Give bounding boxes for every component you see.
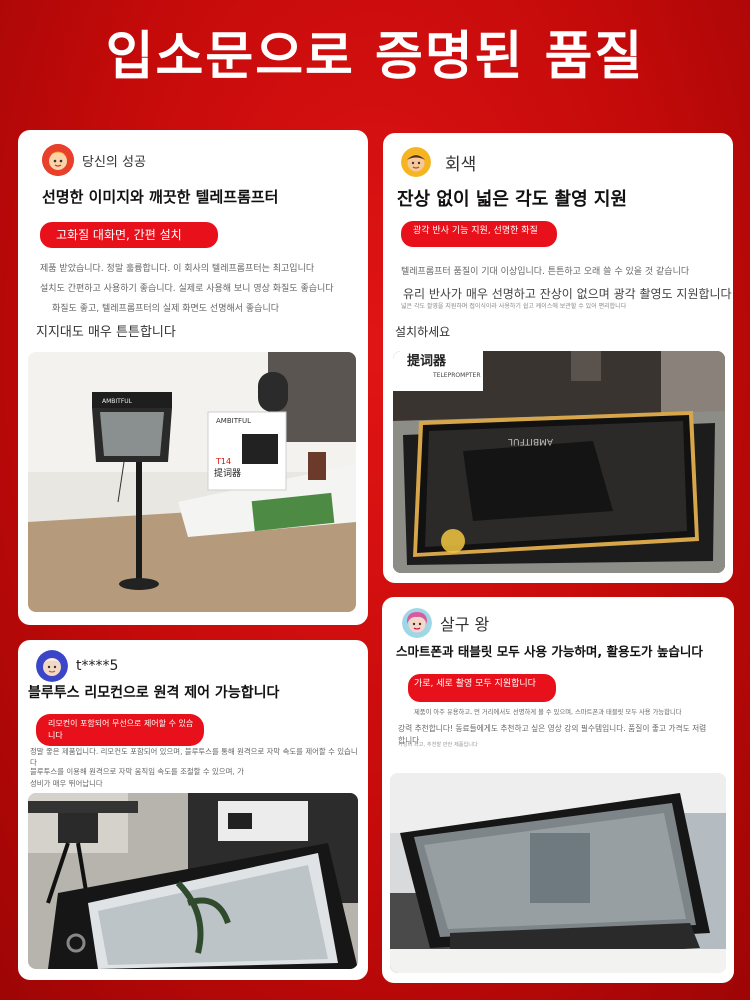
review-title: 블루투스 리모컨으로 원격 제어 가능합니다 — [28, 685, 280, 701]
avatar — [36, 650, 68, 682]
review-line: 화질도 좋고, 텔레프롬프터의 실제 화면도 선명해서 좋습니다 — [52, 304, 280, 314]
box-brand-text: AMBITFUL — [216, 417, 251, 425]
review-title: 잔상 없이 넓은 각도 촬영 지원 — [397, 189, 628, 210]
review-emphasis: 유리 반사가 매우 선명하고 잔상이 없으며 광각 촬영도 지원합니다 — [403, 287, 732, 301]
review-photo: AMBITFUL T14 提词器 AMBITFUL — [28, 352, 356, 612]
box-text: 提词器 — [407, 353, 447, 369]
review-closing: 설치하세요 — [395, 325, 451, 339]
review-photo — [28, 793, 358, 969]
box-model-text: T14 — [215, 457, 231, 466]
review-card-4: 살구 왕 스마트폰과 태블릿 모두 사용 가능하며, 활용도가 높습니다 가로,… — [382, 597, 734, 983]
review-photo: 提词器 TELEPROMPTER AMBITFUL — [393, 351, 725, 573]
review-line: 제품이 아주 유용하고, 먼 거리에서도 선명하게 볼 수 있으며, 스마트폰과… — [414, 709, 682, 716]
review-tag: 가로, 세로 촬영 모두 지원합니다 — [408, 674, 556, 702]
review-closing: 지지대도 매우 튼튼합니다 — [36, 325, 176, 340]
reviewer-name: 당신의 성공 — [82, 154, 146, 170]
reviewer-name: 살구 왕 — [440, 615, 490, 634]
reviewer-3: t****5 — [36, 650, 118, 682]
review-small: 넓은 각도 촬영을 지원하며 접이식이라 사용하기 쉽고 케이스에 보관할 수 … — [401, 303, 627, 310]
review-line: 정말 좋은 제품입니다. 리모컨도 포함되어 있으며, 블루투스를 통해 원격으… — [30, 747, 358, 768]
avatar — [402, 608, 432, 638]
reviewer-1: 당신의 성공 — [42, 144, 146, 176]
mirror-label-text: AMBITFUL — [508, 436, 553, 446]
review-title: 스마트폰과 태블릿 모두 사용 가능하며, 활용도가 높습니다 — [396, 644, 703, 659]
review-card-2: 회색 잔상 없이 넓은 각도 촬영 지원 광각 반사 기능 지원, 선명한 화질… — [383, 133, 733, 583]
page-headline: 입소문으로 증명된 품질 — [105, 27, 645, 87]
reviewer-2: 회색 — [401, 147, 476, 177]
reviewer-4: 살구 왕 — [402, 608, 489, 638]
box-sub-text: TELEPROMPTER — [432, 372, 481, 379]
reviewer-name: t****5 — [76, 658, 119, 674]
review-line: 블루투스를 이용해 원격으로 자막 움직임 속도를 조절할 수 있으며, 가 — [30, 767, 244, 776]
avatar — [401, 147, 431, 177]
review-tag: 고화질 대화면, 간편 설치 — [40, 222, 218, 248]
review-photo — [390, 773, 726, 973]
review-line: 성비가 매우 뛰어납니다 — [30, 779, 103, 788]
review-line: 텔레프롬프터 품질이 기대 이상입니다. 튼튼하고 오래 쓸 수 있을 것 같습… — [401, 267, 690, 277]
review-line: 가성비 최고, 추천할 만한 제품입니다 — [398, 742, 478, 748]
reviewer-name: 회색 — [445, 154, 477, 175]
review-line: 설치도 간편하고 사용하기 좋습니다. 실제로 사용해 보니 영상 화질도 좋습… — [40, 284, 334, 294]
review-tag: 리모컨이 포함되어 무선으로 제어할 수 있습니다 — [36, 714, 204, 746]
avatar — [42, 144, 74, 176]
review-tag: 광각 반사 기능 지원, 선명한 화질 — [401, 221, 557, 247]
device-label-text: AMBITFUL — [102, 398, 133, 405]
box-name-text: 提词器 — [214, 468, 241, 479]
review-card-3: t****5 블루투스 리모컨으로 원격 제어 가능합니다 리모컨이 포함되어 … — [18, 640, 368, 980]
review-line: 제품 받았습니다. 정말 훌륭합니다. 이 회사의 텔레프롬프터는 최고입니다 — [40, 264, 315, 274]
review-card-1: 당신의 성공 선명한 이미지와 깨끗한 텔레프롬프터 고화질 대화면, 간편 설… — [18, 130, 368, 625]
review-title: 선명한 이미지와 깨끗한 텔레프롬프터 — [42, 188, 279, 206]
